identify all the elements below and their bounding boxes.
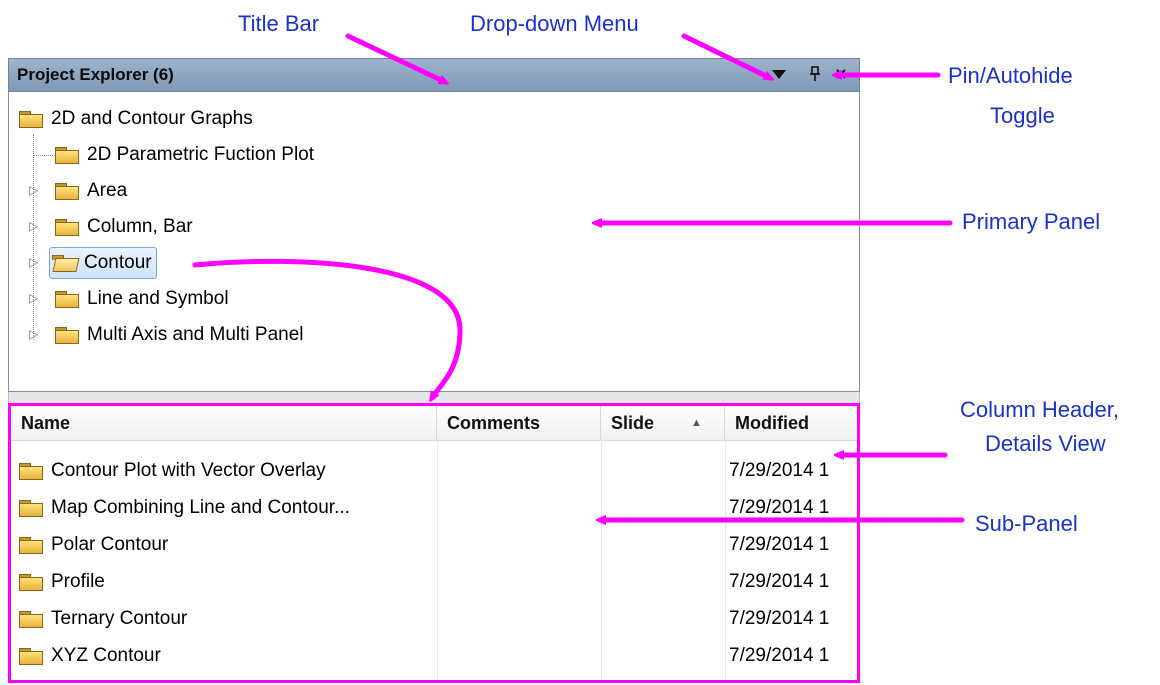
arrow-title-bar <box>345 33 445 82</box>
arrow-contour-to-subpanel <box>192 258 463 398</box>
annotation-arrows <box>192 33 965 685</box>
arrow-dropdown-menu <box>681 33 770 78</box>
